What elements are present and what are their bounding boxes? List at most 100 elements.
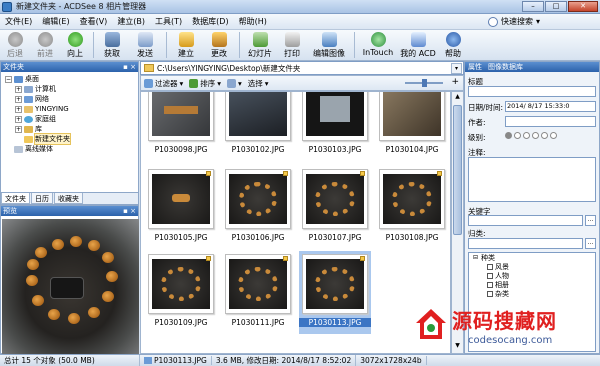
scrollbar-thumb[interactable] [453, 105, 462, 235]
collapse-icon[interactable]: ⊟ [473, 254, 478, 261]
minimize-button[interactable]: – [522, 1, 544, 12]
rating-5-icon[interactable] [550, 132, 557, 139]
send-button[interactable]: 发送 [127, 30, 163, 60]
thumbnail-item[interactable]: P1030107.JPG [299, 166, 371, 249]
checkbox[interactable] [487, 273, 493, 279]
menu-tools[interactable]: 工具(T) [150, 16, 187, 27]
thumbnail-item[interactable]: P1030104.JPG [376, 92, 448, 161]
tab-folders[interactable]: 文件夹 [1, 193, 30, 204]
intouch-button[interactable]: InTouch [358, 30, 398, 60]
quick-search-label: 快速搜索 [500, 17, 533, 26]
category-field[interactable] [468, 238, 583, 249]
help-button[interactable]: 帮助 [438, 30, 468, 60]
print-button[interactable]: 打印 [277, 30, 307, 60]
rating-clear-icon[interactable] [505, 132, 512, 139]
zoom-in-icon[interactable]: + [451, 77, 459, 87]
menu-edit[interactable]: 编辑(E) [37, 16, 74, 27]
walnut-ring-shape [239, 182, 277, 216]
menu-database[interactable]: 数据库(D) [187, 16, 233, 27]
menu-create[interactable]: 建立(B) [112, 16, 150, 27]
rating-selector[interactable] [505, 132, 559, 141]
tag-icon [283, 171, 288, 176]
thumbnail-item[interactable]: P1030098.JPG [145, 92, 217, 161]
collapse-icon[interactable]: − [5, 75, 12, 83]
rating-2-icon[interactable] [523, 132, 530, 139]
tab-calendar[interactable]: 日历 [31, 193, 53, 204]
title-field[interactable] [468, 86, 596, 97]
watermark: 源码搜藏网 codesocang.com [412, 305, 600, 354]
expand-icon[interactable]: + [15, 85, 22, 93]
tree-item-label: YINGYING [35, 105, 69, 113]
checkbox[interactable] [487, 291, 493, 297]
menu-bar: 文件(E) 编辑(E) 查看(V) 建立(B) 工具(T) 数据库(D) 帮助(… [0, 14, 600, 30]
scroll-up-icon[interactable]: ▲ [453, 93, 462, 103]
thumbnail-item[interactable]: P1030109.JPG [145, 251, 217, 334]
tree-item-computer[interactable]: + 计算机 [3, 84, 138, 94]
up-button[interactable]: 向上 [60, 30, 90, 60]
walnut-ring-shape [238, 267, 278, 301]
zoom-slider-thumb[interactable] [422, 79, 427, 87]
tree-item-new-folder[interactable]: 新建文件夹 [3, 133, 138, 145]
rating-1-icon[interactable] [514, 132, 521, 139]
menu-view[interactable]: 查看(V) [75, 16, 113, 27]
expand-icon[interactable]: + [15, 115, 22, 123]
tree-item-desktop[interactable]: − 桌面 [3, 74, 138, 84]
pin-icon[interactable]: ▪ × [123, 206, 136, 216]
edit-image-button[interactable]: 编辑图像 [307, 30, 351, 60]
forward-button[interactable]: 前进 [30, 30, 60, 60]
menu-file[interactable]: 文件(E) [0, 16, 37, 27]
watermark-house-logo [416, 309, 446, 339]
edit-button[interactable]: 更改 [202, 30, 236, 60]
close-button[interactable]: ✕ [568, 1, 598, 12]
tree-item-network[interactable]: + 网络 [3, 94, 138, 104]
thumbnail-item[interactable]: P1030108.JPG [376, 166, 448, 249]
path-bar[interactable]: C:\Users\YINGYING\Desktop\新建文件夹 ▾ [140, 61, 464, 75]
menu-help[interactable]: 帮助(H) [234, 16, 272, 27]
expand-icon[interactable]: + [15, 95, 22, 103]
tree-item-homegroup[interactable]: + 家庭组 [3, 114, 138, 124]
tab-image-database[interactable]: 图像数据库 [485, 62, 526, 72]
tree-item-offline-media[interactable]: 离线媒体 [3, 144, 138, 154]
my-acd-button[interactable]: 我的 ACD [398, 30, 438, 60]
quick-search-button[interactable]: 快速搜索 ▾ [487, 15, 540, 28]
tab-favorites[interactable]: 收藏夹 [54, 193, 83, 204]
view-mode-button[interactable]: ▾ [227, 78, 242, 88]
thumbnail-item[interactable]: P1030105.JPG [145, 166, 217, 249]
thumbnail-item[interactable]: P1030106.JPG [222, 166, 294, 249]
create-button[interactable]: 建立 [170, 30, 202, 60]
thumbnail-item[interactable]: P1030103.JPG [299, 92, 371, 161]
path-dropdown-button[interactable]: ▾ [451, 63, 462, 74]
back-label: 后退 [7, 49, 23, 58]
checkbox[interactable] [487, 282, 493, 288]
back-button[interactable]: 后退 [0, 30, 30, 60]
tree-item-user[interactable]: + YINGYING [3, 104, 138, 114]
pin-icon[interactable]: ▪ × [123, 62, 136, 72]
category-misc[interactable]: 杂类 [487, 289, 509, 299]
filter-button[interactable]: 过滤器 ▾ [144, 78, 183, 89]
acquire-button[interactable]: 获取 [97, 30, 127, 60]
notes-field[interactable] [468, 157, 596, 202]
keywords-field[interactable] [468, 215, 583, 226]
expand-icon[interactable]: + [15, 125, 22, 133]
rating-4-icon[interactable] [541, 132, 548, 139]
checkbox[interactable] [487, 264, 493, 270]
date-field[interactable]: 2014/ 8/17 15:33:0 [505, 101, 596, 112]
tree-item-libraries[interactable]: + 库 [3, 124, 138, 134]
up-label: 向上 [67, 49, 83, 58]
properties-tabs: 属性 图像数据库 [465, 62, 599, 72]
rating-3-icon[interactable] [532, 132, 539, 139]
tab-properties[interactable]: 属性 [465, 62, 485, 72]
thumbnail-frame [225, 254, 291, 314]
thumbnail-caption: P1030113.JPG [299, 318, 371, 327]
expand-icon[interactable]: + [15, 105, 22, 113]
thumbnail-item-selected[interactable]: P1030113.JPG [299, 251, 371, 334]
thumbnail-item[interactable]: P1030102.JPG [222, 92, 294, 161]
author-field[interactable] [505, 116, 596, 127]
slideshow-button[interactable]: 幻灯片 [243, 30, 277, 60]
thumbnail-item[interactable]: P1030111.JPG [222, 251, 294, 334]
sort-button[interactable]: 排序 ▾ [189, 78, 221, 89]
select-button[interactable]: 选择 ▾ [248, 78, 269, 89]
keywords-browse-button[interactable]: … [585, 215, 596, 226]
maximize-button[interactable]: □ [545, 1, 567, 12]
category-browse-button[interactable]: … [585, 238, 596, 249]
